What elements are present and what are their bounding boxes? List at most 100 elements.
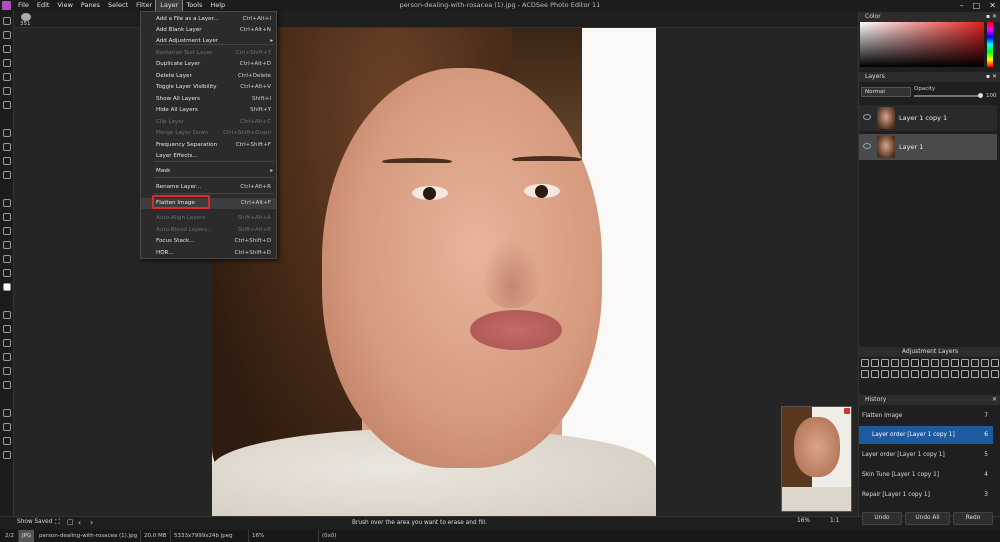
layer-menu-item[interactable]: Mask ▸ <box>141 166 276 177</box>
menu-panes[interactable]: Panes <box>77 0 104 11</box>
adjustment-layer-icon[interactable] <box>911 359 919 367</box>
adjustment-layer-icon[interactable] <box>941 359 949 367</box>
adjustment-layer-icon[interactable] <box>861 359 869 367</box>
adjustment-layer-icon[interactable] <box>921 359 929 367</box>
next-arrow-icon[interactable]: › <box>90 518 93 527</box>
brush-preview-icon[interactable] <box>21 13 31 21</box>
hand-tool-icon[interactable] <box>3 451 11 459</box>
layer-row[interactable]: Layer 1 copy 1 <box>859 105 997 131</box>
crop-tool-icon[interactable] <box>3 59 11 67</box>
minimize-icon[interactable]: – <box>960 1 964 10</box>
adjustment-layer-icon[interactable] <box>881 370 889 378</box>
close-icon[interactable]: ✕ <box>989 1 996 10</box>
eraser-tool-icon[interactable] <box>3 241 11 249</box>
adjustment-layer-icon[interactable] <box>891 359 899 367</box>
show-saved-button[interactable]: Show Saved <box>17 519 52 525</box>
menu-tools[interactable]: Tools <box>182 0 206 11</box>
history-row[interactable]: Layer order [Layer 1 copy 1] 5 <box>859 446 993 464</box>
eyedropper-tool-icon[interactable] <box>3 269 11 277</box>
adjustment-layer-icon[interactable] <box>881 359 889 367</box>
select-tool-icon[interactable] <box>3 31 11 39</box>
adjustment-layer-icon[interactable] <box>971 359 979 367</box>
history-row[interactable]: Flatten Image 7 <box>859 407 993 425</box>
light-tool-icon[interactable] <box>3 353 11 361</box>
smudge-tool-icon[interactable] <box>3 381 11 389</box>
layer-menu-item[interactable]: Add Blank Layer Ctrl+Alt+N <box>141 25 276 36</box>
fill-tool-icon[interactable] <box>3 213 11 221</box>
adjustment-layer-icon[interactable] <box>901 359 909 367</box>
adjustment-layer-icon[interactable] <box>931 359 939 367</box>
adjustment-layer-icon[interactable] <box>861 370 869 378</box>
layer-menu-item[interactable]: Add Adjustment Layer ▸ <box>141 36 276 47</box>
navigator-close-icon[interactable] <box>844 408 850 414</box>
mask-tool-icon[interactable] <box>3 409 11 417</box>
menu-layer[interactable]: Layer <box>155 0 184 12</box>
adjustment-layer-icon[interactable] <box>921 370 929 378</box>
adjustment-layer-icon[interactable] <box>971 370 979 378</box>
prev-arrow-icon[interactable]: ‹ <box>78 518 81 527</box>
panel-close-icon[interactable]: ▪ ✕ <box>986 72 997 82</box>
layer-menu-item[interactable]: Toggle Layer Visibility Ctrl+Alt+V <box>141 82 276 93</box>
opacity-slider[interactable] <box>914 95 982 97</box>
adjustment-layer-icon[interactable] <box>991 370 999 378</box>
layer-menu-item[interactable]: Frequency Separation Ctrl+Shift+F <box>141 140 276 151</box>
ellipse-tool-icon[interactable] <box>3 171 11 179</box>
menu-select[interactable]: Select <box>104 0 132 11</box>
fit-screen-icon[interactable]: ⛶ <box>55 518 60 527</box>
adjustment-layer-icon[interactable] <box>891 370 899 378</box>
maximize-icon[interactable]: □ <box>973 1 981 10</box>
undo-all-button[interactable]: Undo All <box>905 512 950 525</box>
menu-view[interactable]: View <box>53 0 76 11</box>
color-swatch-icon[interactable] <box>3 283 11 291</box>
transform-tool-icon[interactable] <box>3 73 11 81</box>
red-eye-tool-icon[interactable] <box>3 339 11 347</box>
adjustment-layer-icon[interactable] <box>991 359 999 367</box>
photo-canvas[interactable] <box>212 28 656 516</box>
layer-menu-item[interactable]: Show All Layers Shift+I <box>141 94 276 105</box>
move-tool-icon[interactable] <box>3 17 11 25</box>
adjustment-layer-icon[interactable] <box>941 370 949 378</box>
lasso-tool-icon[interactable] <box>3 45 11 53</box>
history-row[interactable]: Repair [Layer 1 copy 1] 3 <box>859 486 993 504</box>
repair-tool-icon[interactable] <box>3 255 11 263</box>
adjustment-layer-icon[interactable] <box>931 370 939 378</box>
shape-tool-icon[interactable] <box>3 143 11 151</box>
history-row[interactable]: Skin Tune [Layer 1 copy 1] 4 <box>859 466 993 484</box>
menu-filter[interactable]: Filter <box>132 0 156 11</box>
panel-close-icon[interactable]: ✕ <box>992 395 997 405</box>
frame-tool-icon[interactable] <box>3 423 11 431</box>
expand-icon[interactable]: ▢ <box>67 518 74 526</box>
zoom-tool-icon[interactable] <box>3 311 11 319</box>
layer-menu-item[interactable]: Hide All Layers Shift+Y <box>141 105 276 116</box>
visibility-eye-icon[interactable] <box>863 143 871 149</box>
zoom-ratio[interactable]: 1:1 <box>830 518 839 524</box>
history-row[interactable]: Layer order [Layer 1 copy 1] 6 <box>859 426 993 444</box>
blend-mode-select[interactable]: Normal <box>861 87 911 97</box>
opacity-slider-knob[interactable] <box>978 93 983 98</box>
layer-menu-item[interactable]: Focus Stack... Ctrl+Shift+O <box>141 236 276 247</box>
line-tool-icon[interactable] <box>3 157 11 165</box>
gradient-tool-icon[interactable] <box>3 227 11 235</box>
adjustment-layer-icon[interactable] <box>951 370 959 378</box>
color-picker-field[interactable] <box>860 22 984 67</box>
menu-file[interactable]: File <box>14 0 33 11</box>
adjustment-layer-icon[interactable] <box>871 359 879 367</box>
layer-row[interactable]: Layer 1 <box>859 134 997 160</box>
adjustment-layer-icon[interactable] <box>871 370 879 378</box>
panel-close-icon[interactable]: ▪ ✕ <box>986 12 997 22</box>
visibility-eye-icon[interactable] <box>863 114 871 120</box>
layer-menu-item[interactable]: Add a File as a Layer... Ctrl+Alt+I <box>141 14 276 25</box>
adjustment-layer-icon[interactable] <box>901 370 909 378</box>
brush-tool-icon[interactable] <box>3 199 11 207</box>
zoom-value[interactable]: 16% <box>797 518 810 524</box>
hue-slider[interactable] <box>987 22 993 67</box>
adjustment-layer-icon[interactable] <box>961 370 969 378</box>
dodge-tool-icon[interactable] <box>3 367 11 375</box>
grid-tool-icon[interactable] <box>3 437 11 445</box>
layer-menu-item[interactable]: Delete Layer Ctrl+Delete <box>141 71 276 82</box>
settings-tool-icon[interactable] <box>3 325 11 333</box>
menu-edit[interactable]: Edit <box>33 0 54 11</box>
rotate-tool-icon[interactable] <box>3 87 11 95</box>
undo-button[interactable]: Undo <box>862 512 902 525</box>
adjustment-layer-icon[interactable] <box>981 370 989 378</box>
